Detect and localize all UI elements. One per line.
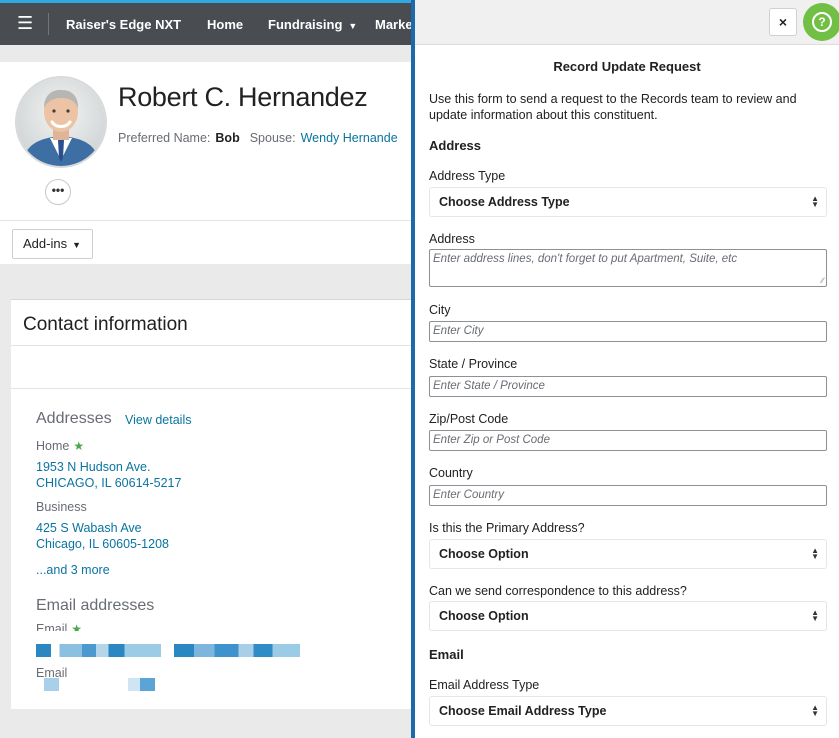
address-section-heading: Address (429, 138, 482, 153)
panel-header: × ? (415, 0, 839, 45)
city-label: City (429, 303, 451, 317)
address-type-label: Home (36, 439, 70, 453)
home-address-type: Home ★ (36, 439, 84, 453)
email-label: Email (36, 622, 68, 631)
card-divider (11, 345, 411, 346)
redacted-email-address[interactable] (36, 644, 161, 657)
select-arrows-icon: ▲ ▼ (811, 194, 819, 209)
zip-label: Zip/Post Code (429, 412, 509, 426)
primary-star-icon: ★ (73, 439, 85, 453)
select-arrows-icon: ▲ ▼ (811, 546, 819, 561)
redacted-email-address[interactable] (44, 678, 59, 691)
addins-dropdown-button[interactable]: Add-ins ▼ (12, 229, 93, 259)
select-arrows-icon: ▲ ▼ (811, 608, 819, 623)
form-intro-text: Use this form to send a request to the R… (429, 92, 797, 122)
profile-photo (17, 78, 105, 166)
email-addresses-heading: Email addresses (36, 597, 155, 614)
country-label: Country (429, 466, 473, 480)
more-addresses-link[interactable]: ...and 3 more (36, 562, 110, 578)
redacted-email-address[interactable] (128, 678, 155, 691)
addins-label: Add-ins (23, 236, 68, 251)
select-arrows-icon: ▲ ▼ (811, 703, 819, 718)
address-type-value: Choose Address Type (439, 195, 570, 209)
nav-separator (48, 13, 49, 35)
card-divider (11, 388, 411, 389)
constituent-record-page: ☰ Raiser's Edge NXT Home Fundraising ▼ Ma… (0, 0, 411, 738)
preferred-name-row: Preferred Name: Bob Spouse: Wendy Hernande (118, 131, 398, 145)
spouse-label: Spouse: (249, 131, 296, 145)
email-type-label-primary: Email ★ (36, 622, 82, 631)
avatar[interactable] (15, 76, 107, 168)
caret-down-icon: ▼ (72, 240, 81, 250)
preferred-name-value: Bob (215, 131, 240, 145)
addresses-heading: Addresses (36, 410, 112, 427)
zip-placeholder: Enter Zip or Post Code (433, 434, 550, 446)
resize-grip-icon[interactable]: ∕∕ (821, 276, 824, 285)
nav-fundraising[interactable]: Fundraising ▼ (268, 17, 357, 32)
address-type-select[interactable]: Choose Address Type ▲ ▼ (429, 187, 827, 217)
address-placeholder: Enter address lines, don't forget to put… (433, 253, 738, 265)
address-line-2: CHICAGO, IL 60614-5217 (36, 476, 182, 490)
form-title: Record Update Request (553, 59, 701, 74)
nav-home[interactable]: Home (207, 17, 243, 32)
state-label: State / Province (429, 357, 518, 371)
country-input[interactable]: Enter Country (429, 485, 827, 506)
state-input[interactable]: Enter State / Province (429, 376, 827, 397)
spouse-link[interactable]: Wendy Hernande (301, 131, 398, 145)
preferred-name-label: Preferred Name: (118, 131, 211, 145)
more-actions-button[interactable]: ••• (45, 179, 71, 205)
city-input[interactable]: Enter City (429, 321, 827, 342)
primary-address-value: Choose Option (439, 547, 529, 561)
help-icon: ? (812, 12, 832, 32)
email-type-value: Choose Email Address Type (439, 704, 607, 718)
address-line-1: 1953 N Hudson Ave. (36, 460, 151, 474)
zip-input[interactable]: Enter Zip or Post Code (429, 430, 827, 451)
primary-address-label: Is this the Primary Address? (429, 521, 585, 535)
contact-information-card: Contact information Addresses View detai… (11, 299, 411, 709)
address-label: Address (429, 232, 475, 246)
hamburger-menu-icon[interactable]: ☰ (17, 13, 33, 33)
app-name-link[interactable]: Raiser's Edge NXT (66, 17, 181, 32)
address-line-1: 425 S Wabash Ave (36, 521, 142, 535)
redacted-email-address[interactable] (174, 644, 300, 657)
state-placeholder: Enter State / Province (433, 380, 545, 392)
caret-down-icon: ▼ (348, 21, 358, 31)
address-line-2: Chicago, IL 60605-1208 (36, 537, 169, 551)
nav-marketing[interactable]: Marke (375, 17, 411, 32)
email-type-select[interactable]: Choose Email Address Type ▲ ▼ (429, 696, 827, 726)
correspondence-select[interactable]: Choose Option ▲ ▼ (429, 601, 827, 631)
primary-star-icon: ★ (71, 622, 83, 631)
contact-information-title: Contact information (23, 314, 188, 335)
correspondence-label: Can we send correspondence to this addre… (429, 584, 687, 598)
record-update-request-panel: × ? Record Update Request Use this form … (415, 0, 839, 738)
city-placeholder: Enter City (433, 325, 484, 337)
address-textarea[interactable]: Enter address lines, don't forget to put… (429, 249, 827, 287)
country-placeholder: Enter Country (433, 489, 504, 501)
business-address-type: Business (36, 500, 87, 514)
primary-address-select[interactable]: Choose Option ▲ ▼ (429, 539, 827, 569)
view-details-link[interactable]: View details (125, 413, 191, 427)
constituent-name: Robert C. Hernandez (118, 82, 368, 112)
constituent-header: ••• Robert C. Hernandez Preferred Name: B… (0, 62, 411, 220)
address-type-label: Address Type (429, 169, 506, 183)
addins-bar: Add-ins ▼ (0, 220, 411, 264)
top-navigation-bar: ☰ Raiser's Edge NXT Home Fundraising ▼ Ma… (0, 0, 411, 45)
help-button[interactable]: ? (803, 3, 839, 41)
correspondence-value: Choose Option (439, 609, 529, 623)
close-button[interactable]: × (769, 8, 797, 36)
business-address-link[interactable]: 425 S Wabash Ave Chicago, IL 60605-1208 (36, 520, 169, 552)
home-address-link[interactable]: 1953 N Hudson Ave. CHICAGO, IL 60614-521… (36, 459, 181, 491)
email-section-heading: Email (429, 647, 464, 662)
email-type-label: Email Address Type (429, 678, 540, 692)
nav-fundraising-label: Fundraising (268, 17, 343, 32)
